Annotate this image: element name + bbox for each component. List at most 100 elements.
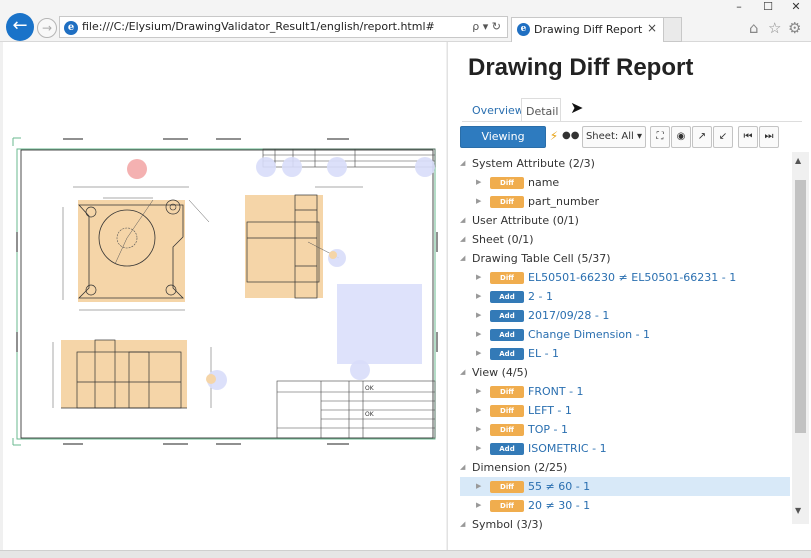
viewing-source-button[interactable]: Viewing Source (460, 126, 546, 163)
address-controls[interactable]: ρ ▾ ↻ (472, 20, 501, 33)
expand-caret-icon[interactable]: ◢ (460, 458, 465, 477)
scrollbar[interactable]: ▲ ▼ (792, 152, 809, 524)
view-marker[interactable] (415, 157, 435, 177)
tree-item-label[interactable]: 55 ≠ 60 - 1 (528, 477, 590, 496)
expand-caret-icon[interactable]: ◢ (460, 515, 465, 534)
forward-icon[interactable]: → (37, 18, 57, 38)
collapsed-caret-icon[interactable]: ▶ (476, 344, 481, 363)
view-marker[interactable] (350, 360, 370, 380)
collapsed-caret-icon[interactable]: ▶ (476, 439, 481, 458)
tree-item-label[interactable]: LEFT - 1 (528, 401, 572, 420)
tree-item[interactable]: ▶ Add 2017/09/28 - 1 (460, 306, 790, 325)
tree-category[interactable]: ◢ Drawing Table Cell (5/37) (460, 249, 790, 268)
tab-detail[interactable]: Detail (521, 98, 561, 122)
tree-item[interactable]: ▶ Diff 55 ≠ 60 - 1 (460, 477, 790, 496)
tree-category[interactable]: ◢ System Attribute (2/3) (460, 154, 790, 173)
tree-item[interactable]: ▶ Diff 20 ≠ 30 - 1 (460, 496, 790, 515)
lightning-icon[interactable]: ⚡ (548, 126, 560, 148)
tree-category[interactable]: ◢ Sheet (0/1) (460, 230, 790, 249)
collapsed-caret-icon[interactable]: ▶ (476, 496, 481, 515)
tree-item-label[interactable]: ISOMETRIC - 1 (528, 439, 607, 458)
tree-item[interactable]: ▶ Diff EL50501-66230 ≠ EL50501-66231 - 1 (460, 268, 790, 287)
collapse-icon[interactable]: ↙ (713, 126, 733, 148)
tree-item[interactable]: ▶ Diff LEFT - 1 (460, 401, 790, 420)
dimension-marker[interactable] (206, 374, 216, 384)
browser-tab[interactable]: e Drawing Diff Report × (511, 17, 664, 42)
collapsed-caret-icon[interactable]: ▶ (476, 382, 481, 401)
tree-category-label: Drawing Table Cell (5/37) (472, 252, 611, 265)
view-marker[interactable] (256, 157, 276, 177)
expand-caret-icon[interactable]: ◢ (460, 249, 465, 268)
status-badge: Add (490, 348, 524, 360)
view-marker[interactable] (327, 157, 347, 177)
next-icon[interactable]: ⏭ (759, 126, 779, 148)
view-marker[interactable] (282, 157, 302, 177)
drawing-canvas[interactable]: OK OK (3, 42, 446, 550)
diff-marker[interactable] (127, 159, 147, 179)
tree-category[interactable]: ◢ View (4/5) (460, 363, 790, 382)
status-badge: Add (490, 443, 524, 455)
expand-caret-icon[interactable]: ◢ (460, 363, 465, 382)
tree-category[interactable]: ◢ Symbol (3/3) (460, 515, 790, 534)
tree-item[interactable]: ▶ Add EL - 1 (460, 344, 790, 363)
tree-item-label[interactable]: Change Dimension - 1 (528, 325, 650, 344)
tree-item-label[interactable]: EL50501-66230 ≠ EL50501-66231 - 1 (528, 268, 736, 287)
first-icon[interactable]: ⏮ (738, 126, 758, 148)
tree-item[interactable]: ▶ Add Change Dimension - 1 (460, 325, 790, 344)
collapsed-caret-icon[interactable]: ▶ (476, 477, 481, 496)
collapsed-caret-icon[interactable]: ▶ (476, 287, 481, 306)
tree-item[interactable]: ▶ Add ISOMETRIC - 1 (460, 439, 790, 458)
sheet-select[interactable]: Sheet: All ▾ (582, 126, 646, 148)
tree-item[interactable]: ▶ Diff part_number (460, 192, 790, 211)
tab-overview[interactable]: Overview (468, 98, 524, 122)
tree-item-label[interactable]: 2 - 1 (528, 287, 553, 306)
scroll-down-icon[interactable]: ▼ (795, 506, 801, 515)
minimize-button[interactable]: – (724, 0, 754, 16)
dimension-marker[interactable] (329, 251, 337, 259)
collapsed-caret-icon[interactable]: ▶ (476, 306, 481, 325)
collapsed-caret-icon[interactable]: ▶ (476, 173, 481, 192)
isometric-view[interactable] (337, 284, 422, 364)
tree-item-label[interactable]: EL - 1 (528, 344, 559, 363)
status-badge: Add (490, 329, 524, 341)
tree-item-label[interactable]: 2017/09/28 - 1 (528, 306, 609, 325)
front-view[interactable] (52, 339, 212, 409)
link-icon[interactable]: ●● (562, 126, 579, 148)
star-icon[interactable]: ☆ (768, 19, 781, 37)
mouse-cursor-icon: ➤ (570, 98, 584, 117)
tree-item-label[interactable]: FRONT - 1 (528, 382, 584, 401)
tree-item[interactable]: ▶ Diff TOP - 1 (460, 420, 790, 439)
home-icon[interactable]: ⌂ (749, 19, 759, 37)
tree-item-label[interactable]: 20 ≠ 30 - 1 (528, 496, 590, 515)
tree-item-label[interactable]: TOP - 1 (528, 420, 568, 439)
eye-icon[interactable]: ◉ (671, 126, 691, 148)
maximize-button[interactable]: ☐ (753, 0, 783, 16)
collapsed-caret-icon[interactable]: ▶ (476, 420, 481, 439)
tree-item[interactable]: ▶ Diff name (460, 173, 790, 192)
expand-caret-icon[interactable]: ◢ (460, 211, 465, 230)
back-icon[interactable]: ← (6, 13, 34, 41)
expand-caret-icon[interactable]: ◢ (460, 154, 465, 173)
tree-item[interactable]: ▶ Add 2 - 1 (460, 287, 790, 306)
collapsed-caret-icon[interactable]: ▶ (476, 192, 481, 211)
expand-icon[interactable]: ↗ (692, 126, 712, 148)
expand-caret-icon[interactable]: ◢ (460, 230, 465, 249)
address-url[interactable]: file:///C:/Elysium/DrawingValidator_Resu… (82, 20, 435, 33)
collapsed-caret-icon[interactable]: ▶ (476, 268, 481, 287)
drawing-pane[interactable]: OK OK (3, 42, 446, 550)
left-view[interactable] (245, 186, 363, 299)
tab-close-icon[interactable]: × (647, 21, 657, 35)
collapsed-caret-icon[interactable]: ▶ (476, 401, 481, 420)
fit-icon[interactable]: ⛶ (650, 126, 670, 148)
scroll-thumb[interactable] (795, 180, 806, 433)
collapsed-caret-icon[interactable]: ▶ (476, 325, 481, 344)
scroll-up-icon[interactable]: ▲ (795, 156, 801, 165)
address-bar[interactable]: e file:///C:/Elysium/DrawingValidator_Re… (59, 16, 508, 38)
tree-category[interactable]: ◢ User Attribute (0/1) (460, 211, 790, 230)
gear-icon[interactable]: ⚙ (788, 19, 801, 37)
top-view[interactable] (62, 186, 210, 311)
tree-item[interactable]: ▶ Diff FRONT - 1 (460, 382, 790, 401)
close-button[interactable]: ✕ (781, 0, 811, 16)
tree-category[interactable]: ◢ Dimension (2/25) (460, 458, 790, 477)
new-tab-button[interactable] (664, 17, 682, 42)
